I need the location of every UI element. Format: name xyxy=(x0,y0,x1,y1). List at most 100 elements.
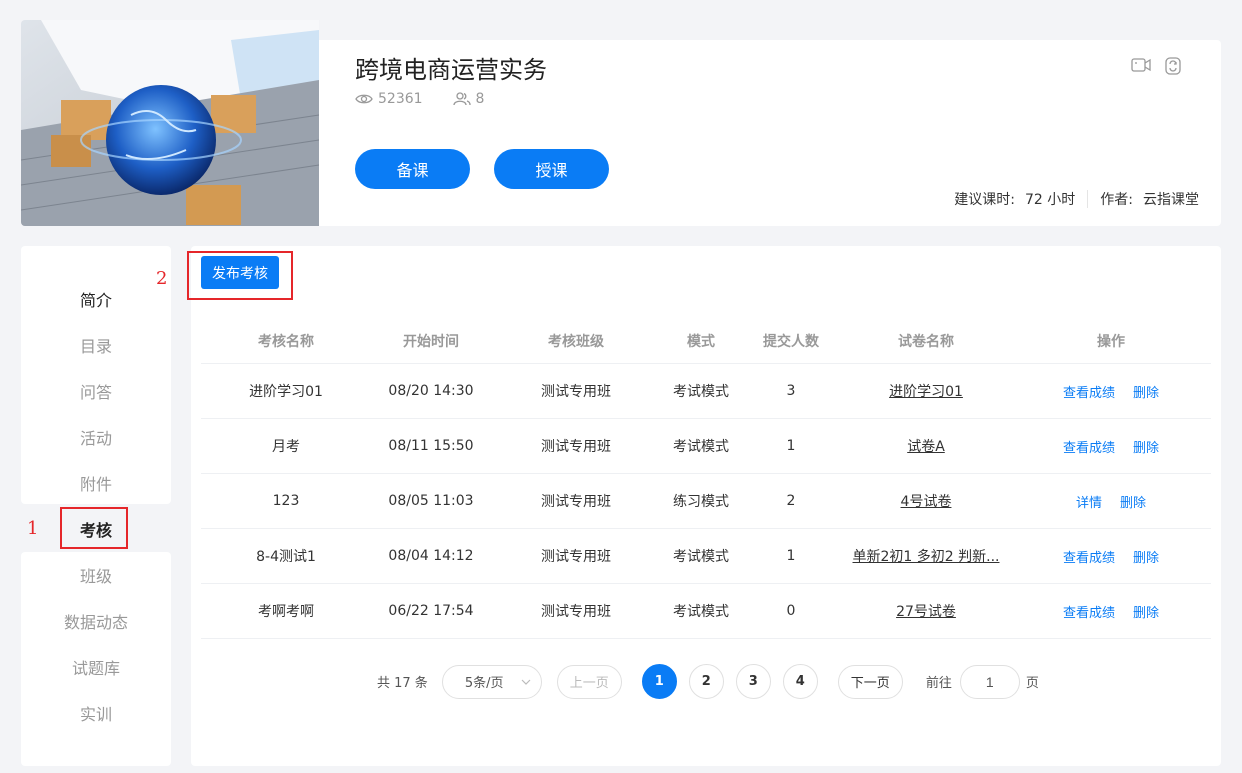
eye-icon xyxy=(355,94,373,104)
sidebar-item-attachment[interactable]: 附件 xyxy=(21,460,171,506)
delete-link[interactable]: 删除 xyxy=(1133,602,1159,621)
sidebar-item-training[interactable]: 实训 xyxy=(21,690,171,736)
chevron-down-icon xyxy=(521,679,531,685)
delete-link[interactable]: 删除 xyxy=(1133,382,1159,401)
sidebar-item-class[interactable]: 班级 xyxy=(21,552,171,598)
highlight-box-publish xyxy=(187,251,293,300)
cell-start: 08/20 14:30 xyxy=(388,383,474,399)
members-count: 8 xyxy=(475,91,485,107)
cell-name: 月考 xyxy=(272,439,300,455)
sidebar-item-catalog[interactable]: 目录 xyxy=(21,322,171,368)
table-row: 123 08/05 11:03 测试专用班 练习模式 2 4号试卷 详情 删除 xyxy=(201,474,1211,529)
prepare-lesson-button[interactable]: 备课 xyxy=(355,149,470,189)
annotation-2: 2 xyxy=(156,268,168,289)
share-icon[interactable] xyxy=(1165,57,1181,75)
delete-link[interactable]: 删除 xyxy=(1133,547,1159,566)
pagination: 共 17 条 5条/页 上一页 1 2 3 4 下一页 前往 页 xyxy=(377,664,1039,699)
cell-actions: 查看成绩 删除 xyxy=(1011,547,1211,566)
col-header-name: 考核名称 xyxy=(258,334,314,350)
detail-link[interactable]: 详情 xyxy=(1076,492,1102,511)
table-row: 考啊考啊 06/22 17:54 测试专用班 考试模式 0 27号试卷 查看成绩… xyxy=(201,584,1211,639)
header-actions xyxy=(1131,57,1195,75)
cell-start: 06/22 17:54 xyxy=(388,603,474,619)
members-stat: 8 xyxy=(452,91,485,107)
hours-label: 建议课时: xyxy=(954,192,1016,208)
goto-label: 前往 xyxy=(925,676,952,691)
paper-link[interactable]: 单新2初1 多初2 判新... xyxy=(853,549,1000,565)
cell-count: 1 xyxy=(786,548,796,564)
cell-class: 测试专用班 xyxy=(541,494,611,510)
page-button-2[interactable]: 2 xyxy=(688,664,724,699)
view-score-link[interactable]: 查看成绩 xyxy=(1063,437,1115,456)
assessment-table: 考核名称 开始时间 考核班级 模式 提交人数 试卷名称 操作 进阶学习01 08… xyxy=(201,319,1211,639)
meta-divider xyxy=(1087,190,1089,208)
col-header-count: 提交人数 xyxy=(763,334,819,350)
page-button-4[interactable]: 4 xyxy=(782,664,818,699)
cell-actions: 查看成绩 删除 xyxy=(1011,437,1211,456)
col-header-start: 开始时间 xyxy=(403,334,459,350)
col-header-mode: 模式 xyxy=(687,334,715,350)
cell-name: 8-4测试1 xyxy=(256,549,316,565)
paper-link[interactable]: 27号试卷 xyxy=(896,604,956,620)
table-row: 8-4测试1 08/04 14:12 测试专用班 考试模式 1 单新2初1 多初… xyxy=(201,529,1211,584)
cell-count: 0 xyxy=(786,603,796,619)
highlight-box-assessment xyxy=(60,507,128,549)
prev-page-button[interactable]: 上一页 xyxy=(556,664,622,699)
cell-mode: 考试模式 xyxy=(673,384,729,400)
page-button-3[interactable]: 3 xyxy=(735,664,771,699)
teach-lesson-button[interactable]: 授课 xyxy=(494,149,609,189)
page-button-1[interactable]: 1 xyxy=(641,664,677,699)
next-page-button[interactable]: 下一页 xyxy=(837,664,903,699)
view-score-link[interactable]: 查看成绩 xyxy=(1063,547,1115,566)
course-meta: 建议课时: 72 小时 作者: 云指课堂 xyxy=(954,189,1199,209)
course-cover-image xyxy=(21,20,319,226)
page-size-select[interactable]: 5条/页 xyxy=(441,664,542,699)
cell-class: 测试专用班 xyxy=(541,604,611,620)
cell-actions: 查看成绩 删除 xyxy=(1011,602,1211,621)
delete-link[interactable]: 删除 xyxy=(1120,492,1146,511)
sidebar-item-data[interactable]: 数据动态 xyxy=(21,598,171,644)
cell-paper: 进阶学习01 xyxy=(841,381,1011,401)
delete-link[interactable]: 删除 xyxy=(1133,437,1159,456)
view-score-link[interactable]: 查看成绩 xyxy=(1063,382,1115,401)
cell-mode: 练习模式 xyxy=(673,494,729,510)
table-row: 月考 08/11 15:50 测试专用班 考试模式 1 试卷A 查看成绩 删除 xyxy=(201,419,1211,474)
sidebar-item-activity[interactable]: 活动 xyxy=(21,414,171,460)
cell-paper: 4号试卷 xyxy=(841,491,1011,511)
cell-actions: 详情 删除 xyxy=(1011,492,1211,511)
cell-mode: 考试模式 xyxy=(673,439,729,455)
cell-class: 测试专用班 xyxy=(541,384,611,400)
table-row: 进阶学习01 08/20 14:30 测试专用班 考试模式 3 进阶学习01 查… xyxy=(201,364,1211,419)
users-icon xyxy=(452,92,471,106)
cell-class: 测试专用班 xyxy=(541,549,611,565)
cell-count: 3 xyxy=(786,383,796,399)
course-header: 跨境电商运营实务 52361 8 备课 授课 建议课时: 72 小时 作者: 云… xyxy=(21,20,1221,226)
annotation-1: 1 xyxy=(27,518,39,539)
page-suffix: 页 xyxy=(1025,676,1039,691)
cell-start: 08/05 11:03 xyxy=(388,493,474,509)
course-stats: 52361 8 xyxy=(355,91,514,107)
cell-start: 08/11 15:50 xyxy=(388,438,474,454)
cell-name: 考啊考啊 xyxy=(258,604,314,620)
view-score-link[interactable]: 查看成绩 xyxy=(1063,602,1115,621)
col-header-class: 考核班级 xyxy=(548,334,604,350)
cell-count: 2 xyxy=(786,493,796,509)
paper-link[interactable]: 4号试卷 xyxy=(901,494,952,510)
total-count: 共 17 条 xyxy=(377,676,428,691)
col-header-actions: 操作 xyxy=(1097,334,1125,350)
sidebar-item-qa[interactable]: 问答 xyxy=(21,368,171,414)
goto-page-input[interactable] xyxy=(959,664,1020,699)
author-label: 作者: xyxy=(1100,192,1133,208)
views-stat: 52361 xyxy=(355,91,423,107)
hours-value: 72 小时 xyxy=(1025,192,1076,208)
video-icon[interactable] xyxy=(1131,57,1151,75)
author-value: 云指课堂 xyxy=(1143,192,1199,208)
cell-count: 1 xyxy=(786,438,796,454)
cell-paper: 27号试卷 xyxy=(841,601,1011,621)
cell-name: 进阶学习01 xyxy=(249,384,323,400)
sidebar-item-question-bank[interactable]: 试题库 xyxy=(21,644,171,690)
assessment-panel: 发布考核 考核名称 开始时间 考核班级 模式 提交人数 试卷名称 操作 进阶学习… xyxy=(191,246,1221,766)
sidebar-item-intro[interactable]: 简介 xyxy=(21,276,171,322)
paper-link[interactable]: 进阶学习01 xyxy=(889,384,963,400)
paper-link[interactable]: 试卷A xyxy=(907,439,945,455)
